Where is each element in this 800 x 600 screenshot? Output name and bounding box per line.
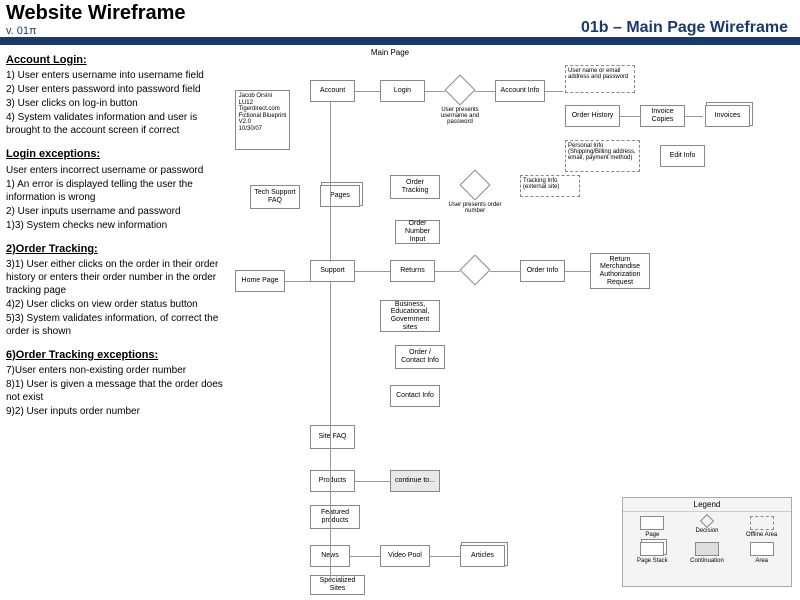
connector bbox=[565, 271, 590, 272]
node-pages: Pages bbox=[320, 185, 360, 207]
item: 7)User enters non-existing order number bbox=[6, 364, 224, 377]
diagram-area: Main Page Jacob Orsini LU12 Tigerdirect.… bbox=[230, 45, 800, 595]
item: 3) User clicks on log-in button bbox=[6, 97, 224, 110]
header-left: Website Wireframe v. 01π bbox=[6, 2, 186, 37]
item: 3)1) User either clicks on the order in … bbox=[6, 258, 224, 297]
decision-rma bbox=[460, 255, 490, 285]
node-order-history: Order History bbox=[565, 105, 620, 127]
section-account-login: Account Login: 1) User enters username i… bbox=[6, 53, 224, 137]
doc-version: v. 01π bbox=[6, 25, 186, 37]
page-title: 01b – Main Page Wireframe bbox=[581, 19, 794, 37]
node-video: Video Pool bbox=[380, 545, 430, 567]
connector bbox=[355, 481, 390, 482]
decision-order bbox=[460, 170, 490, 200]
node-contact-info: Contact Info bbox=[390, 385, 440, 407]
section-title: Login exceptions: bbox=[6, 147, 224, 161]
node-site-faq: Site FAQ bbox=[310, 425, 355, 449]
section-order-tracking-exceptions: 6)Order Tracking exceptions: 7)User ente… bbox=[6, 348, 224, 418]
item: 8)1) User is given a message that the or… bbox=[6, 378, 224, 404]
legend-item: Page bbox=[627, 516, 678, 538]
node-returns: Returns bbox=[390, 260, 435, 282]
connector bbox=[355, 91, 380, 92]
node-continue: continue to... bbox=[390, 470, 440, 492]
connector bbox=[285, 281, 310, 282]
connector bbox=[425, 91, 445, 92]
item: User enters incorrect username or passwo… bbox=[6, 164, 224, 177]
doc-title: Website Wireframe bbox=[6, 2, 186, 25]
node-invoices: Invoices bbox=[705, 105, 750, 127]
legend: Legend Page Decision Offline Area Page S… bbox=[622, 497, 792, 587]
section-title: Account Login: bbox=[6, 53, 224, 67]
node-login: Login bbox=[380, 80, 425, 102]
connector bbox=[490, 271, 520, 272]
legend-title: Legend bbox=[623, 498, 791, 512]
connector bbox=[330, 102, 331, 262]
info-box: Jacob Orsini LU12 Tigerdirect.com Fictio… bbox=[235, 90, 290, 150]
item: 4) System validates information and user… bbox=[6, 111, 224, 137]
connector bbox=[620, 116, 640, 117]
connector bbox=[475, 91, 495, 92]
legend-item: Decision bbox=[682, 516, 733, 538]
item: 1) An error is displayed telling the use… bbox=[6, 178, 224, 204]
legend-item: Continuation bbox=[682, 542, 733, 564]
decision-login-label: User presents username and password bbox=[430, 107, 490, 125]
node-account: Account bbox=[310, 80, 355, 102]
node-articles: Articles bbox=[460, 545, 505, 567]
label-main-page: Main Page bbox=[360, 47, 420, 60]
section-order-tracking: 2)Order Tracking: 3)1) User either click… bbox=[6, 242, 224, 338]
node-username: User name or email address and password bbox=[565, 65, 635, 93]
node-tech-support: Tech Support FAQ bbox=[250, 185, 300, 209]
legend-item: Page Stack bbox=[627, 542, 678, 564]
legend-item: Area bbox=[736, 542, 787, 564]
connector bbox=[350, 556, 380, 557]
item: 2) User enters password into password fi… bbox=[6, 83, 224, 96]
decision-login bbox=[445, 75, 475, 105]
item: 2) User inputs username and password bbox=[6, 205, 224, 218]
node-order-info: Order Info bbox=[520, 260, 565, 282]
item: 1) User enters username into username fi… bbox=[6, 69, 224, 82]
node-specialized: Specialized Sites bbox=[310, 575, 365, 595]
node-edit-info: Edit Info bbox=[660, 145, 705, 167]
section-login-exceptions: Login exceptions: User enters incorrect … bbox=[6, 147, 224, 231]
connector bbox=[545, 91, 563, 92]
decision-order-label: User presents order number bbox=[445, 202, 505, 214]
section-title: 2)Order Tracking: bbox=[6, 242, 224, 256]
item: 4)2) User clicks on view order status bu… bbox=[6, 298, 224, 311]
node-personal-info: Personal Info (Shipping/Billing address,… bbox=[565, 140, 640, 172]
connector bbox=[430, 556, 460, 557]
node-home-page: Home Page bbox=[235, 270, 285, 292]
content: Account Login: 1) User enters username i… bbox=[0, 45, 800, 595]
node-order-number: Order Number Input bbox=[395, 220, 440, 244]
node-tracking-info: Tracking Info (external site) bbox=[520, 175, 580, 197]
node-invoice-copies: Invoice Copies bbox=[640, 105, 685, 127]
connector bbox=[685, 116, 703, 117]
item: 5)3) System validates information, of co… bbox=[6, 312, 224, 338]
node-support: Support bbox=[310, 260, 355, 282]
node-featured: Featured products bbox=[310, 505, 360, 529]
sidebar: Account Login: 1) User enters username i… bbox=[0, 45, 230, 595]
legend-item: Offline Area bbox=[736, 516, 787, 538]
node-rma: Return Merchandise Authorization Request bbox=[590, 253, 650, 289]
connector bbox=[355, 271, 390, 272]
node-order-contact: Order / Contact Info bbox=[395, 345, 445, 369]
connector bbox=[330, 282, 331, 582]
node-products: Products bbox=[310, 470, 355, 492]
node-order-tracking: Order Tracking bbox=[390, 175, 440, 199]
header: Website Wireframe v. 01π 01b – Main Page… bbox=[0, 0, 800, 43]
connector bbox=[435, 271, 460, 272]
node-account-info: Account Info bbox=[495, 80, 545, 102]
section-title: 6)Order Tracking exceptions: bbox=[6, 348, 224, 362]
item: 1)3) System checks new information bbox=[6, 219, 224, 232]
item: 9)2) User inputs order number bbox=[6, 405, 224, 418]
node-business: Business, Educational, Government sites bbox=[380, 300, 440, 332]
